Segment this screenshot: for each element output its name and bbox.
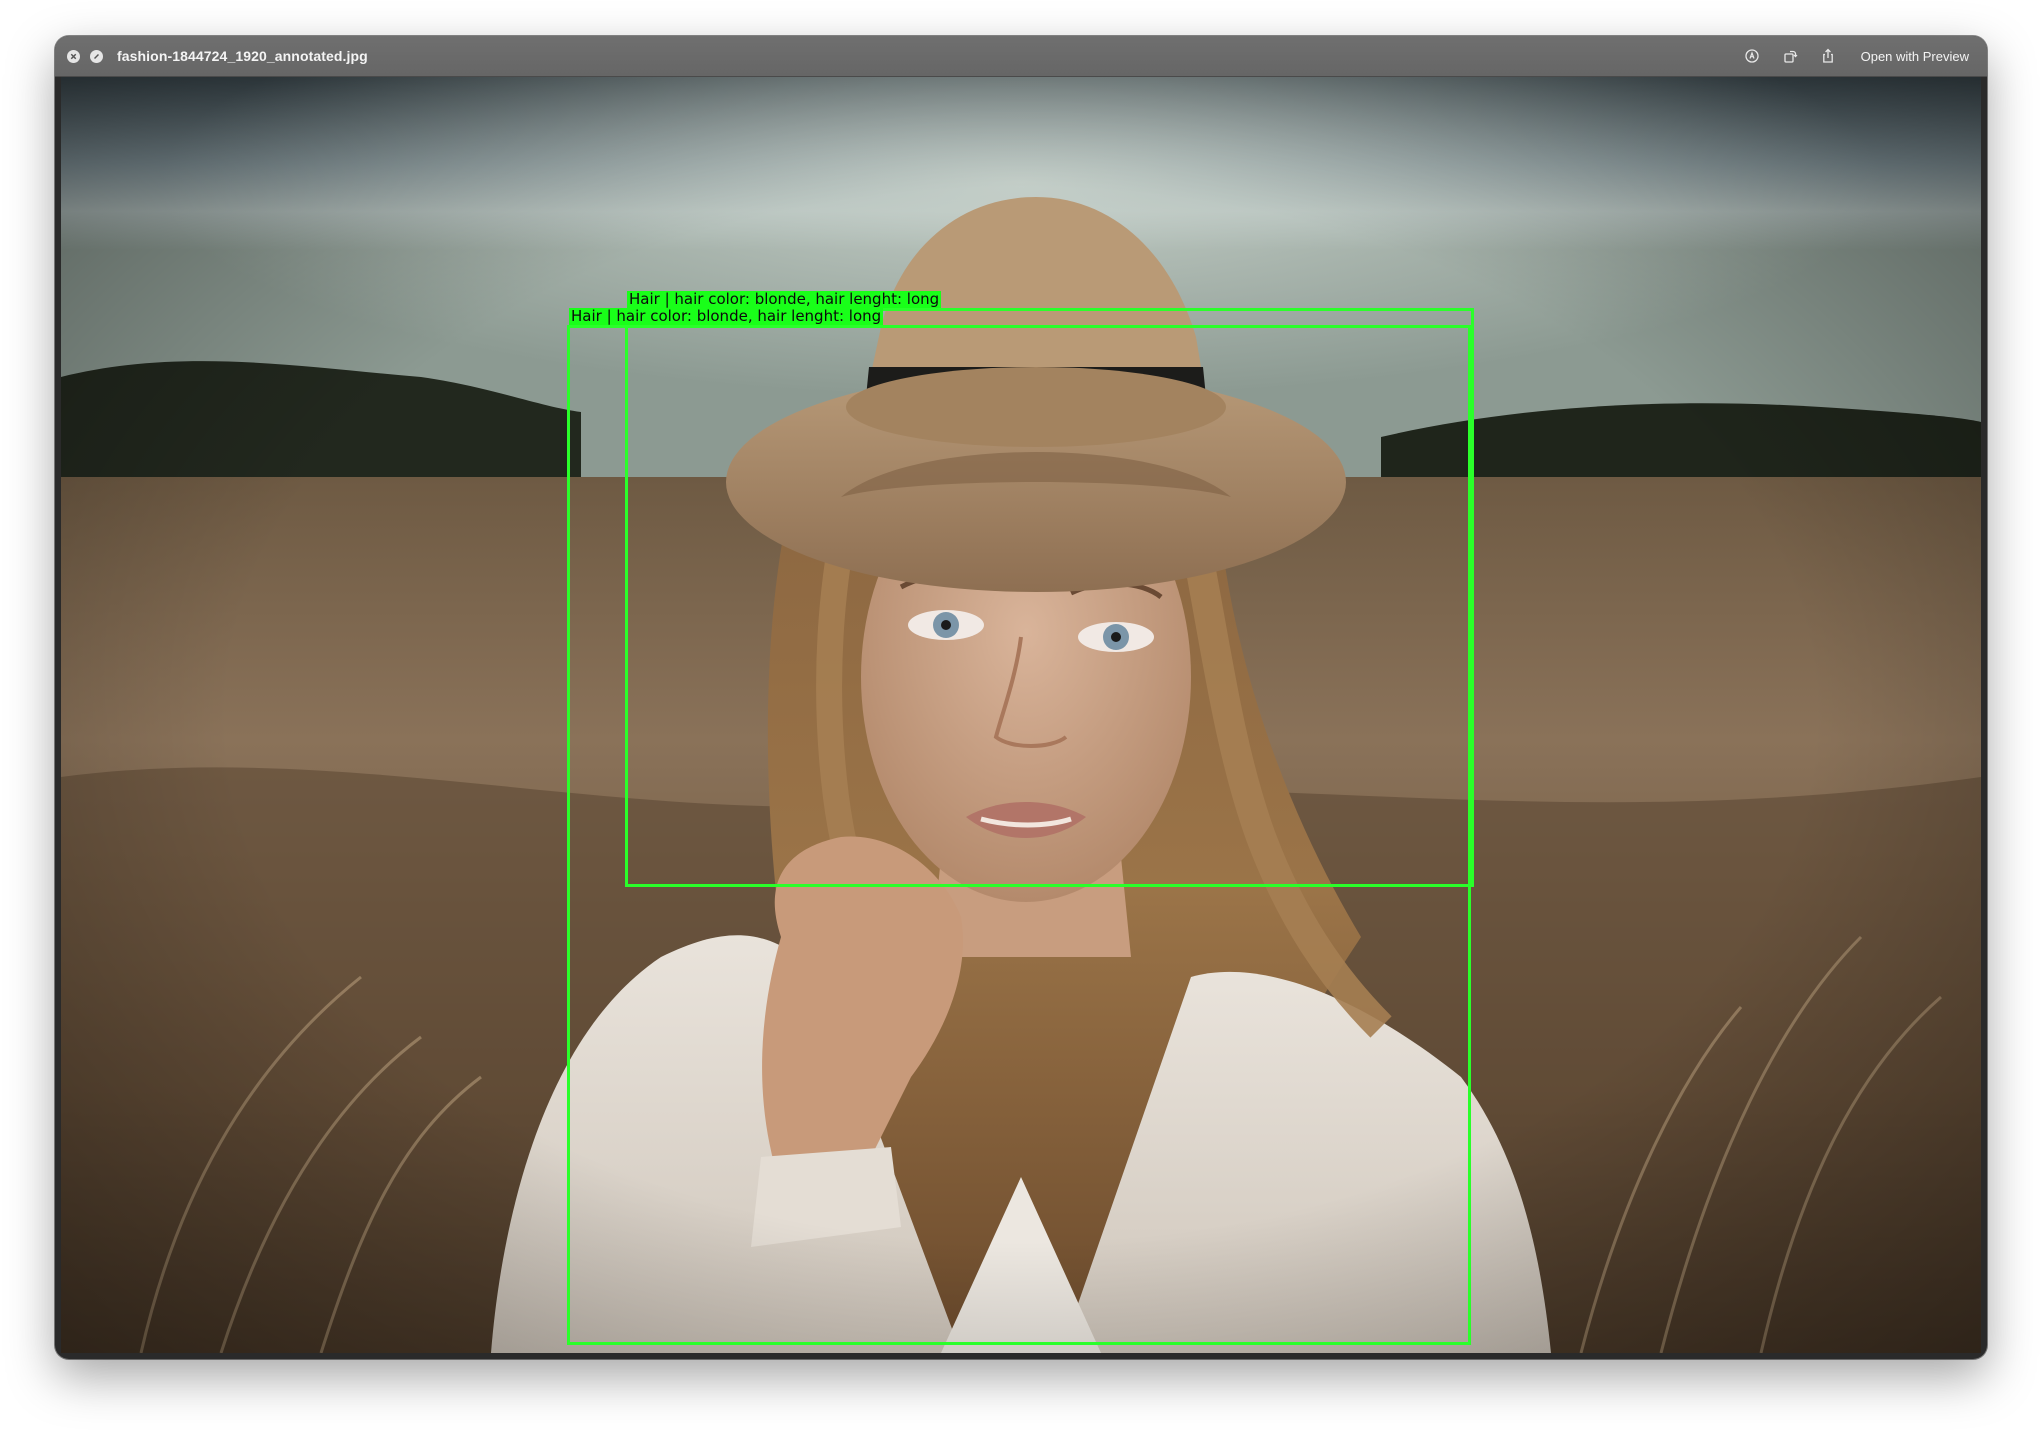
markup-pen-icon[interactable] <box>1743 47 1761 65</box>
window-title: fashion-1844724_1920_annotated.jpg <box>117 48 368 64</box>
open-with-preview-button[interactable]: Open with Preview <box>1857 47 1973 66</box>
title-bar: fashion-1844724_1920_annotated.jpg Open … <box>55 36 1987 77</box>
quicklook-window: fashion-1844724_1920_annotated.jpg Open … <box>55 36 1987 1359</box>
annotation-label-hair-1: Hair | hair color: blonde, hair lenght: … <box>627 290 942 308</box>
annotation-box-hair-2 <box>567 325 1471 1345</box>
share-icon[interactable] <box>1819 47 1837 65</box>
close-icon[interactable] <box>67 49 80 63</box>
minimize-icon[interactable] <box>90 49 103 63</box>
image-viewer: Hair | hair color: blonde, hair lenght: … <box>61 77 1981 1353</box>
annotation-label-hair-2: Hair | hair color: blonde, hair lenght: … <box>569 307 884 325</box>
rotate-icon[interactable] <box>1781 47 1799 65</box>
